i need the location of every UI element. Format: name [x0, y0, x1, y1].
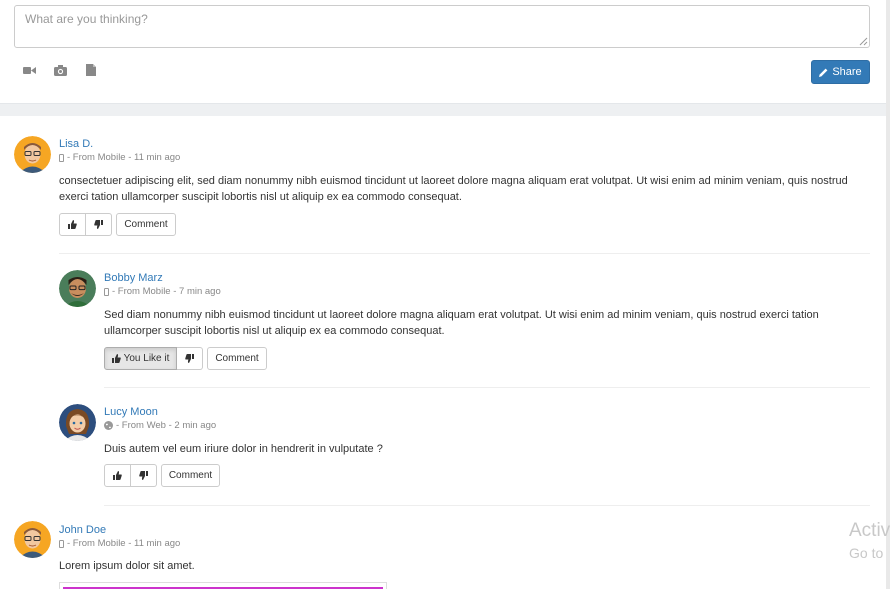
- author-name[interactable]: John Doe: [59, 524, 106, 536]
- author-name[interactable]: Bobby Marz: [104, 272, 163, 284]
- meta-text: - From Mobile - 11 min ago: [67, 538, 181, 549]
- vote-group: [104, 464, 157, 487]
- share-label: Share: [832, 66, 862, 78]
- meta-text: - From Web - 2 min ago: [116, 420, 217, 431]
- thumbs-up-icon: [111, 354, 121, 363]
- avatar-bobby[interactable]: [59, 270, 96, 307]
- thumbs-down-icon: [139, 471, 148, 480]
- comment-button[interactable]: Comment: [116, 213, 176, 236]
- comment-button[interactable]: Comment: [161, 464, 220, 487]
- comment-button[interactable]: Comment: [207, 347, 267, 370]
- author-name[interactable]: Lucy Moon: [104, 406, 158, 418]
- status-input[interactable]: [14, 5, 870, 48]
- thumbs-up-icon: [113, 471, 122, 480]
- post-text: consectetuer adipiscing elit, sed diam n…: [59, 175, 848, 203]
- post-actions: You Like it Comment: [104, 347, 267, 370]
- post-meta: - From Mobile - 11 min ago: [59, 152, 180, 163]
- section-divider: [0, 104, 890, 116]
- you-like-it-button[interactable]: You Like it: [104, 347, 177, 370]
- activation-watermark-title: Activ: [849, 520, 890, 541]
- post-image[interactable]: [59, 582, 387, 589]
- vote-group: You Like it: [104, 347, 203, 370]
- file-icon[interactable]: [84, 64, 98, 76]
- post-text: Duis autem vel eum iriure dolor in hendr…: [104, 443, 383, 455]
- pencil-icon: [819, 68, 828, 77]
- video-icon[interactable]: [22, 64, 36, 76]
- post-actions: Comment: [104, 464, 220, 487]
- scrollbar-track[interactable]: [886, 0, 890, 589]
- thumbs-down-icon: [94, 220, 103, 229]
- post-meta: - From Web - 2 min ago: [104, 420, 216, 431]
- mobile-icon: [59, 153, 64, 162]
- meta-text: - From Mobile - 7 min ago: [112, 286, 221, 297]
- thumbs-down-icon: [185, 354, 194, 363]
- composer-toolbar: [22, 64, 98, 76]
- post-text: Lorem ipsum dolor sit amet.: [59, 560, 195, 572]
- dislike-button[interactable]: [131, 464, 157, 487]
- post-meta: - From Mobile - 7 min ago: [104, 286, 221, 297]
- share-button[interactable]: Share: [811, 60, 870, 84]
- meta-text: - From Mobile - 11 min ago: [67, 152, 181, 163]
- dislike-button[interactable]: [86, 213, 112, 236]
- author-name[interactable]: Lisa D.: [59, 138, 93, 150]
- avatar-lisa[interactable]: [14, 136, 51, 173]
- like-label: You Like it: [123, 353, 170, 364]
- post-meta: - From Mobile - 11 min ago: [59, 538, 180, 549]
- separator: [104, 387, 870, 388]
- vote-group: [59, 213, 112, 236]
- mobile-icon: [104, 287, 109, 296]
- dislike-button[interactable]: [177, 347, 203, 370]
- avatar-lucy[interactable]: [59, 404, 96, 441]
- separator: [104, 505, 870, 506]
- like-button[interactable]: [59, 213, 86, 236]
- separator: [59, 253, 870, 254]
- resize-grip-icon[interactable]: [859, 37, 868, 46]
- like-button[interactable]: [104, 464, 131, 487]
- post-text: Sed diam nonummy nibh euismod tincidunt …: [104, 309, 819, 337]
- mobile-icon: [59, 539, 64, 548]
- thumbs-up-icon: [68, 220, 77, 229]
- post-composer: Share: [0, 0, 890, 104]
- activation-watermark-subtitle: Go to: [849, 545, 884, 561]
- avatar-john[interactable]: [14, 521, 51, 558]
- camera-icon[interactable]: [53, 64, 67, 76]
- post-actions: Comment: [59, 213, 176, 236]
- globe-icon: [104, 421, 113, 430]
